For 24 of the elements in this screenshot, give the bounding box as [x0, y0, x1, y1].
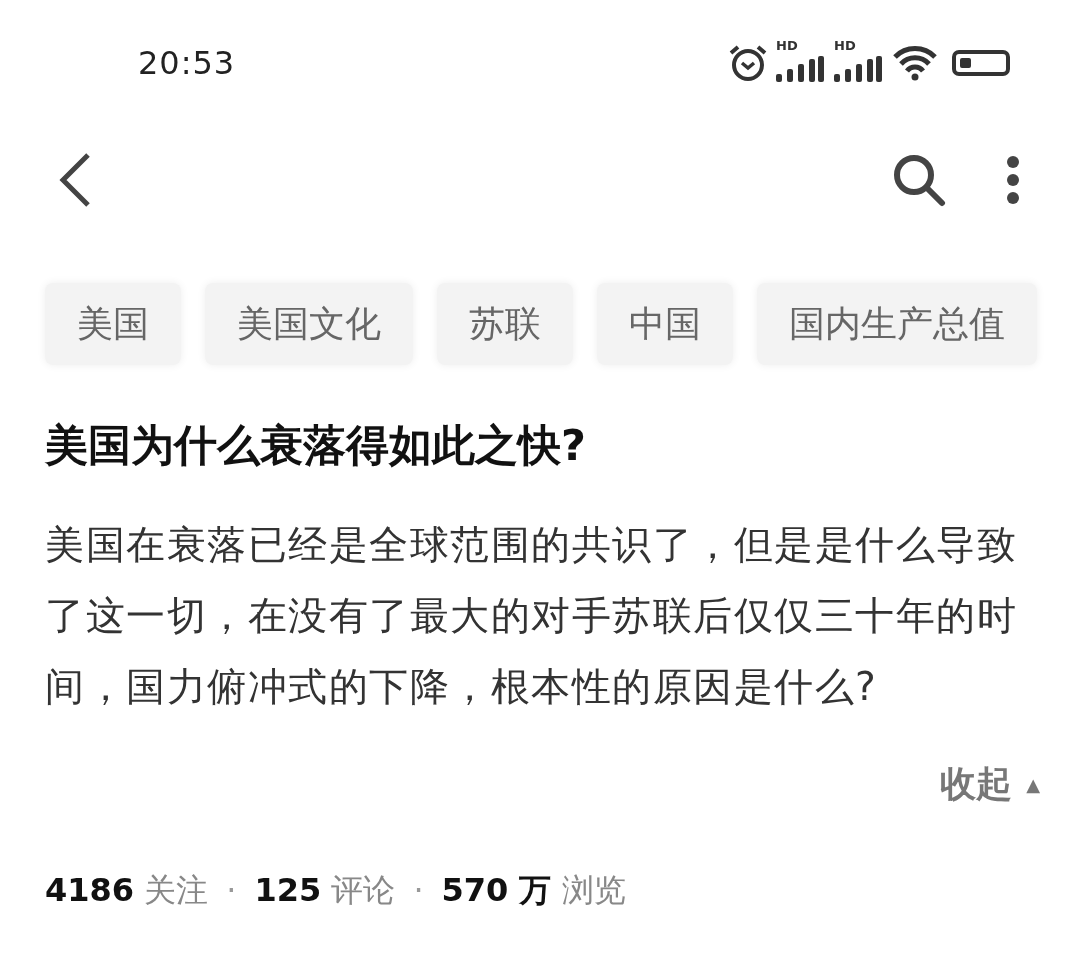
network-type-label: HD	[834, 37, 856, 53]
separator-dot: ·	[413, 871, 424, 909]
topic-tag[interactable]: 美国	[45, 283, 181, 365]
stat-text: 125 评论	[254, 870, 396, 911]
search-icon[interactable]	[892, 153, 946, 207]
back-icon[interactable]	[58, 152, 92, 208]
network-type-label: HD	[776, 37, 798, 53]
signal-bars-icon	[834, 55, 882, 82]
question-title: 美国为什么衰落得如此之快?	[45, 419, 587, 472]
topic-tag[interactable]: 苏联	[437, 283, 573, 365]
more-icon[interactable]	[1006, 156, 1020, 204]
topic-tag[interactable]: 国内生产总值	[757, 283, 1037, 365]
collapse-button[interactable]: 收起 ▲	[940, 760, 1040, 809]
question-description: 美国在衰落已经是全球范围的共识了，但是是什么导致了这一切，在没有了最大的对手苏联后仅仅三十年的时间，国力俯冲式的下降，根本性的原因是什么?	[45, 521, 1018, 711]
stat-text: 570 万 浏览	[441, 870, 626, 911]
topic-tag[interactable]: 中国	[597, 283, 733, 365]
signal-bars-icon	[776, 55, 824, 82]
battery-icon	[952, 49, 1010, 76]
status-time: 20:53	[138, 43, 236, 82]
wifi-icon	[892, 44, 938, 81]
stat-text: 4186 关注	[45, 870, 209, 911]
separator-dot: ·	[226, 871, 237, 909]
topic-tag[interactable]: 美国文化	[205, 283, 413, 365]
alarm-clock-icon	[728, 43, 768, 82]
